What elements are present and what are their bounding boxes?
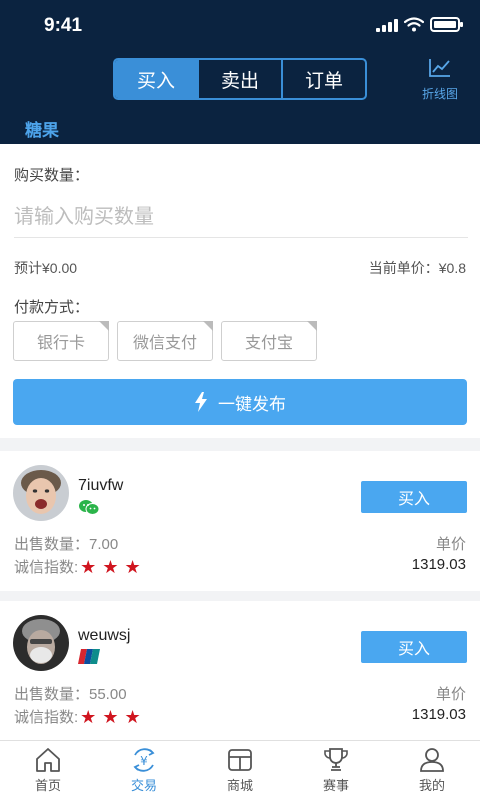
credit-label: 诚信指数:	[14, 709, 79, 726]
status-bar: 9:41	[0, 0, 480, 52]
tab-buy[interactable]: 买入	[115, 60, 199, 98]
star-rating: ★ ★ ★	[80, 558, 140, 576]
trophy-icon	[324, 748, 348, 771]
credit-rating: 诚信指数: ★ ★ ★	[14, 706, 141, 727]
bottom-tab-bar: 首页 ¥ 交易 商城 赛事 我的	[0, 740, 480, 800]
tab-orders[interactable]: 订单	[283, 60, 365, 98]
unit-price-value: 1319.03	[411, 556, 466, 573]
payment-alipay-button[interactable]: 支付宝	[221, 321, 317, 361]
tab-events[interactable]: 赛事	[288, 741, 384, 800]
wechat-icon	[79, 500, 100, 515]
avatar	[13, 615, 69, 671]
buy-button[interactable]: 买入	[361, 481, 467, 513]
line-chart-icon	[429, 59, 450, 77]
sell-quantity: 出售数量：55.00	[14, 686, 127, 703]
status-icons	[376, 17, 463, 32]
accepted-payments	[78, 649, 100, 664]
shop-icon	[228, 749, 252, 771]
user-icon	[420, 748, 444, 772]
username: weuwsj	[78, 627, 131, 644]
tab-shop-label: 商城	[226, 778, 253, 793]
tab-profile-label: 我的	[418, 778, 445, 793]
lightning-icon	[195, 392, 207, 412]
payment-methods: 银行卡 微信支付 支付宝	[13, 321, 317, 361]
tab-profile[interactable]: 我的	[384, 741, 480, 800]
star-icon: ★	[102, 706, 119, 727]
home-icon	[36, 748, 60, 772]
unit-price-label: 单价	[435, 686, 466, 703]
star-icon: ★	[102, 556, 119, 577]
tab-shop[interactable]: 商城	[192, 741, 288, 800]
avatar	[13, 465, 69, 521]
current-unit-price: 当前单价：¥0.8	[368, 260, 466, 276]
tab-home[interactable]: 首页	[0, 741, 96, 800]
sell-quantity: 出售数量：7.00	[14, 536, 119, 553]
listing-card: 7iuvfw 买入 出售数量：7.00 诚信指数: ★ ★ ★ 单价 1319.…	[0, 451, 480, 591]
credit-rating: 诚信指数: ★ ★ ★	[14, 556, 141, 577]
category-tab-candy[interactable]: 糖果	[21, 116, 63, 149]
buy-form: 购买数量： 预计¥0.00 当前单价：¥0.8 付款方式： 银行卡 微信支付 支…	[0, 144, 480, 438]
line-chart-label: 折线图	[421, 87, 458, 101]
star-icon: ★	[80, 706, 97, 727]
battery-icon	[430, 17, 463, 32]
payment-wechat-button[interactable]: 微信支付	[117, 321, 213, 361]
buy-button[interactable]: 买入	[361, 631, 467, 663]
credit-label: 诚信指数:	[14, 559, 79, 576]
listing-card: weuwsj 买入 出售数量：55.00 诚信指数: ★ ★ ★ 单价 1319…	[0, 601, 480, 741]
tab-sell[interactable]: 卖出	[199, 60, 283, 98]
publish-button[interactable]: 一键发布	[13, 379, 467, 425]
unit-price-label: 单价	[435, 536, 466, 553]
unit-price-value: 1319.03	[411, 706, 466, 723]
line-chart-button[interactable]: 折线图	[418, 58, 462, 102]
tab-home-label: 首页	[34, 778, 61, 793]
tab-trade-label: 交易	[130, 778, 157, 793]
estimate-total: 预计¥0.00	[14, 260, 78, 276]
star-icon: ★	[124, 706, 141, 727]
trade-segmented-control: 买入 卖出 订单	[113, 58, 367, 100]
quantity-input[interactable]	[14, 198, 468, 238]
wifi-icon	[404, 17, 424, 32]
payment-method-label: 付款方式：	[14, 299, 90, 316]
star-rating: ★ ★ ★	[80, 708, 140, 726]
username: 7iuvfw	[78, 477, 124, 494]
star-icon: ★	[124, 556, 141, 577]
quantity-label: 购买数量：	[14, 167, 90, 184]
header: 9:41 买入 卖出 订单 折线图 糖果	[0, 0, 480, 149]
signal-icon	[376, 18, 398, 32]
publish-label: 一键发布	[218, 394, 286, 414]
payment-bank-card-button[interactable]: 银行卡	[13, 321, 109, 361]
svg-text:¥: ¥	[140, 754, 148, 768]
unionpay-icon	[78, 649, 100, 664]
star-icon: ★	[80, 556, 97, 577]
tab-trade[interactable]: ¥ 交易	[96, 741, 192, 800]
status-time: 9:41	[44, 15, 83, 36]
tab-events-label: 赛事	[322, 778, 349, 793]
accepted-payments	[78, 499, 100, 515]
trade-icon: ¥	[133, 748, 155, 772]
